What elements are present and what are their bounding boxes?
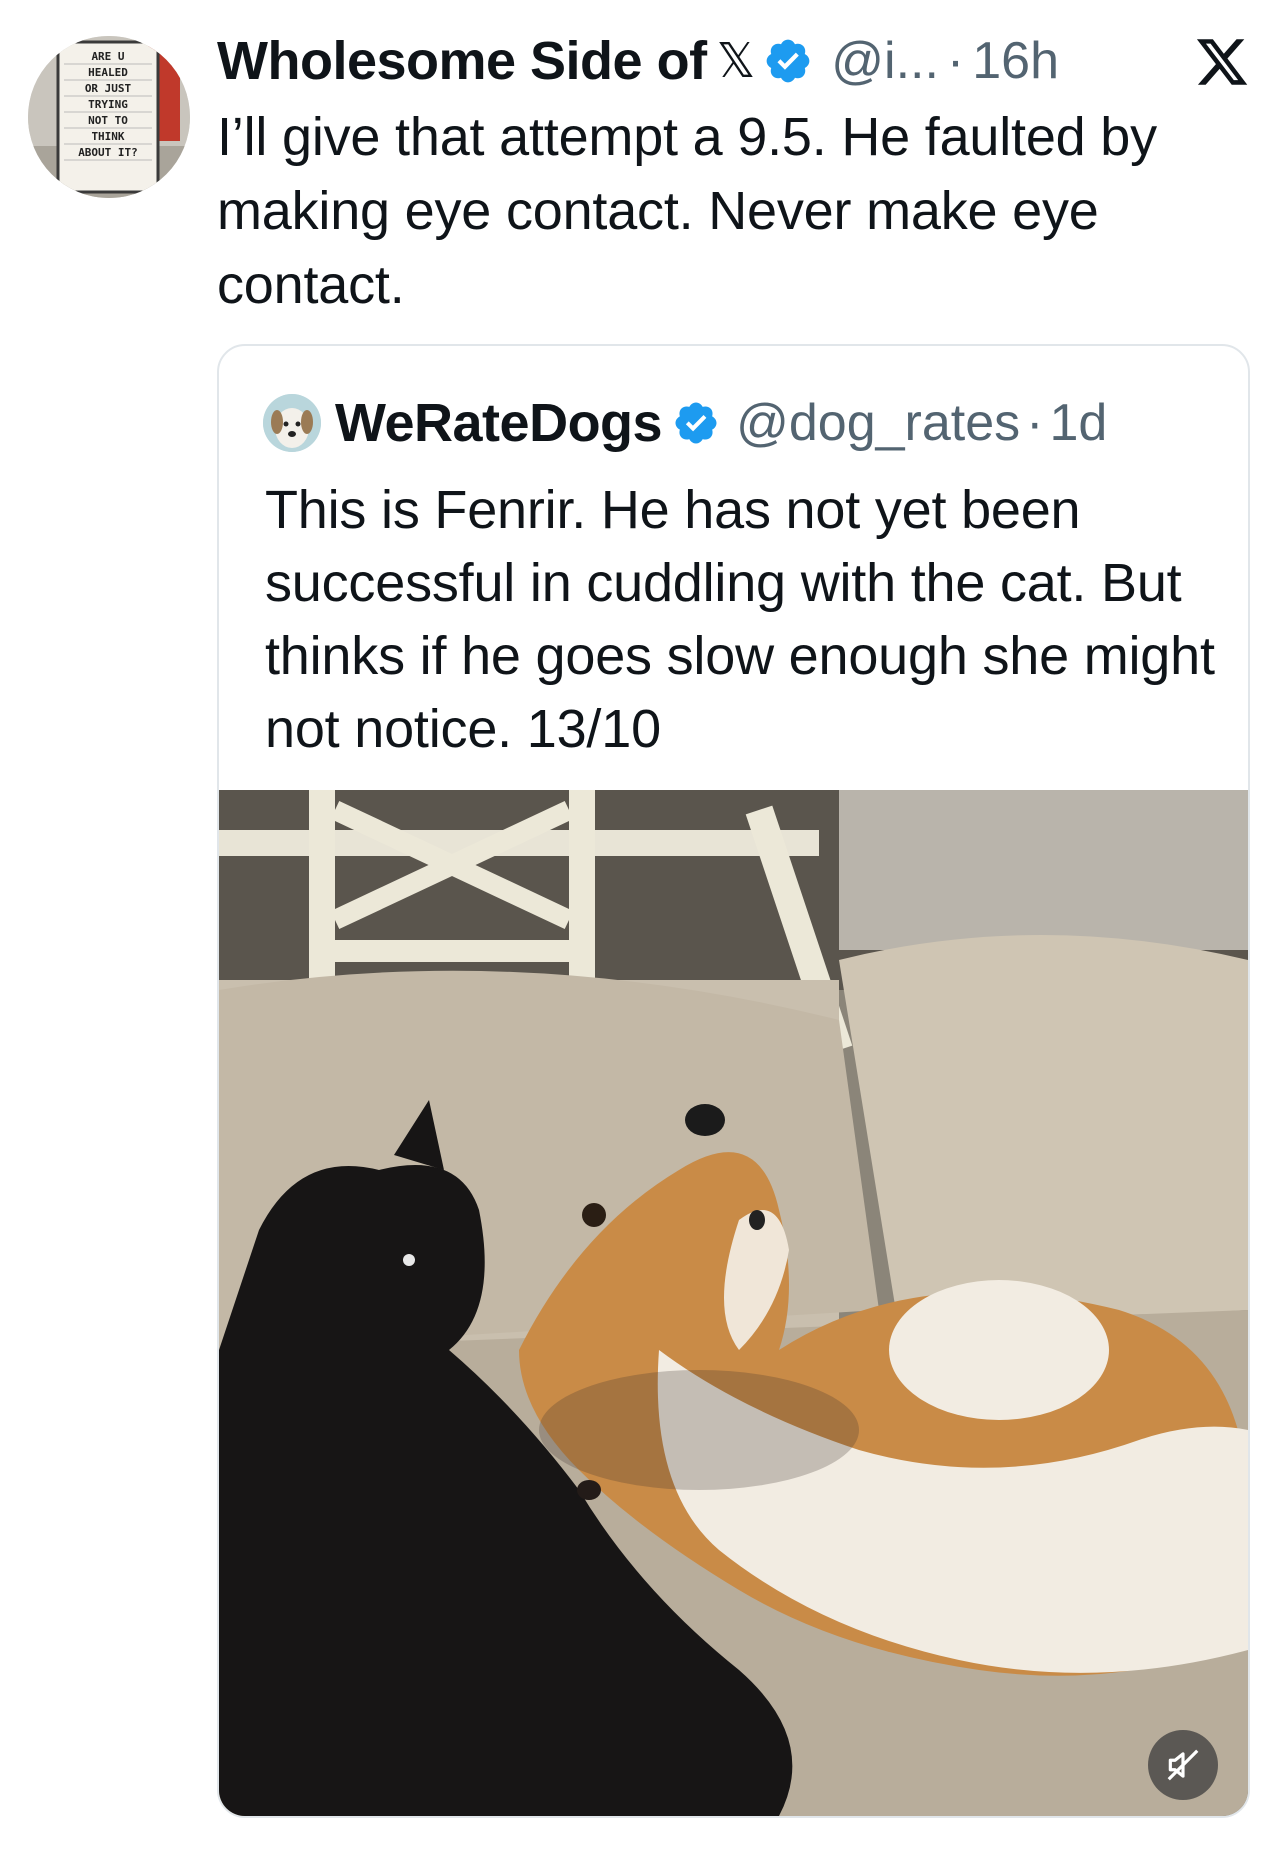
svg-text:TRYING: TRYING bbox=[88, 98, 128, 111]
author-x-badge: 𝕏 bbox=[716, 35, 756, 88]
verified-badge-icon bbox=[766, 39, 810, 83]
svg-text:THINK: THINK bbox=[91, 130, 124, 143]
dog-and-cat-video-frame bbox=[219, 790, 1248, 1816]
svg-text:ABOUT IT?: ABOUT IT? bbox=[78, 146, 138, 159]
quoted-tweet-card[interactable]: WeRateDogs @dog_rates · 1d This is Fenri… bbox=[217, 344, 1250, 1818]
tweet-timestamp[interactable]: 16h bbox=[972, 31, 1059, 91]
tweet-page: ARE U HEALED OR JUST TRYING NOT TO THINK… bbox=[0, 0, 1272, 1866]
svg-text:NOT TO: NOT TO bbox=[88, 114, 128, 127]
svg-text:HEALED: HEALED bbox=[88, 66, 128, 79]
mute-toggle-button[interactable] bbox=[1148, 1730, 1218, 1800]
avatar-sign-image: ARE U HEALED OR JUST TRYING NOT TO THINK… bbox=[28, 36, 190, 198]
svg-text:ARE U: ARE U bbox=[91, 50, 124, 63]
svg-text:OR JUST: OR JUST bbox=[85, 82, 132, 95]
x-logo-icon[interactable] bbox=[1194, 34, 1250, 90]
quoted-tweet-header: WeRateDogs @dog_rates · 1d bbox=[263, 388, 1107, 458]
tweet-header: Wholesome Side of 𝕏 @i... · 16h bbox=[217, 26, 1247, 96]
author-name[interactable]: Wholesome Side of bbox=[217, 30, 707, 92]
author-avatar[interactable]: ARE U HEALED OR JUST TRYING NOT TO THINK… bbox=[28, 36, 190, 198]
quoted-author-handle[interactable]: @dog_rates bbox=[736, 393, 1020, 453]
header-separator: · bbox=[946, 32, 965, 90]
quoted-timestamp[interactable]: 1d bbox=[1049, 393, 1107, 453]
muted-speaker-icon bbox=[1167, 1749, 1199, 1781]
tweet-text: I’ll give that attempt a 9.5. He faulted… bbox=[217, 107, 1157, 315]
author-handle[interactable]: @i... bbox=[831, 31, 939, 91]
quoted-header-separator: · bbox=[1026, 394, 1044, 452]
quoted-tweet-text: This is Fenrir. He has not yet been succ… bbox=[265, 480, 1215, 759]
quoted-author-name[interactable]: WeRateDogs bbox=[335, 392, 663, 454]
quoted-tweet-video[interactable] bbox=[219, 790, 1248, 1816]
dog-avatar-image bbox=[263, 394, 321, 452]
quoted-author-avatar[interactable] bbox=[263, 394, 321, 452]
verified-badge-icon bbox=[675, 402, 717, 444]
